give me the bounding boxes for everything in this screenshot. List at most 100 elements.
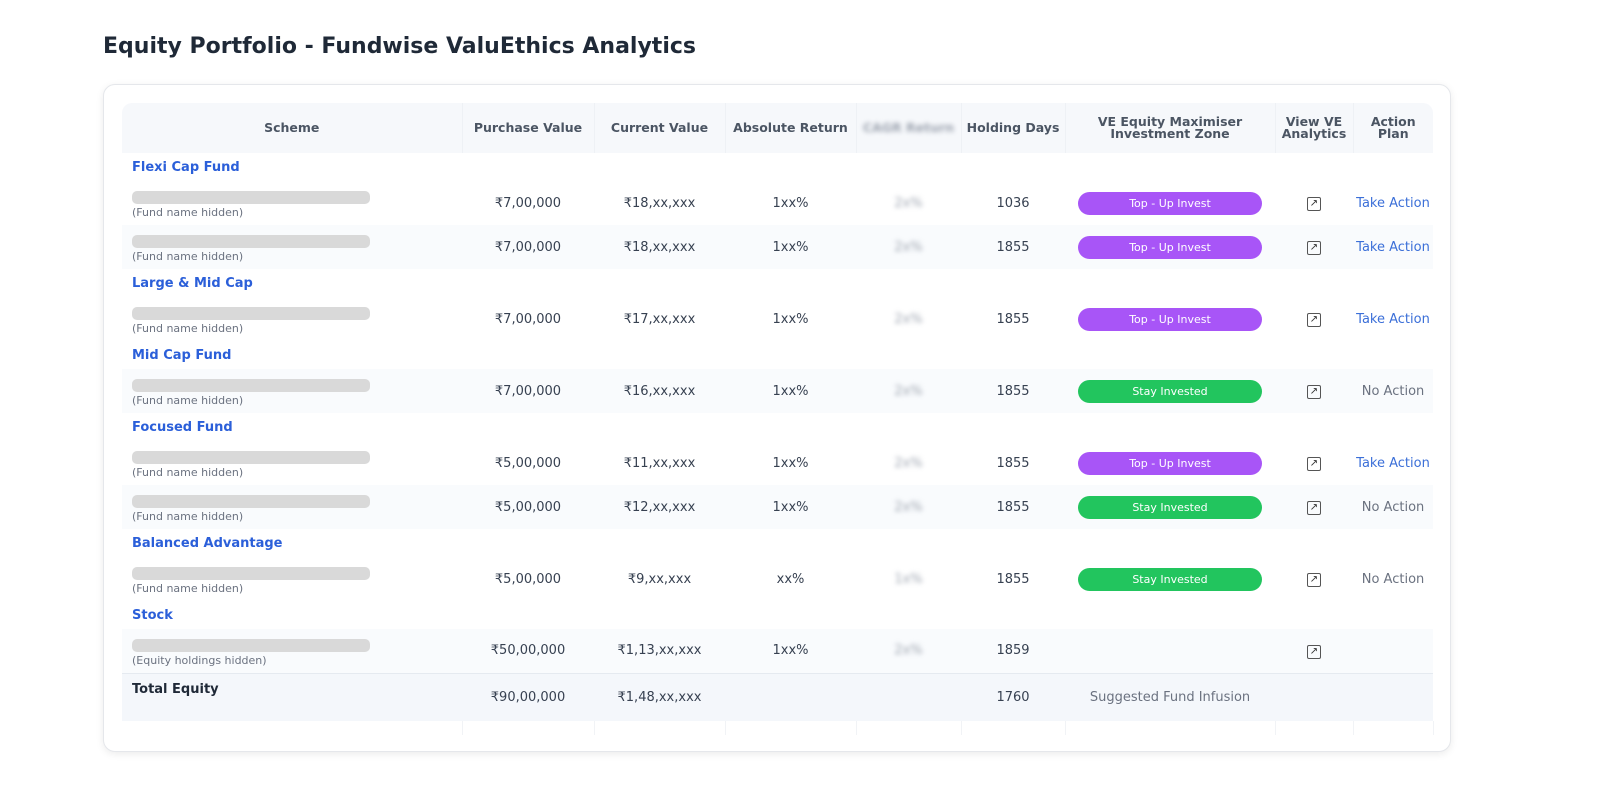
zone-cell: Top - Up Invest [1065,181,1275,225]
hidden-name-note: (Fund name hidden) [132,206,244,219]
scheme-cell: (Fund name hidden) [122,557,462,601]
page-title: Equity Portfolio - Fundwise ValuEthics A… [103,34,697,59]
hidden-name-bar [132,567,370,580]
scheme-cell: (Fund name hidden) [122,225,462,269]
holding-days: 1855 [996,571,1030,587]
current-value: ₹11,xx,xxx [623,455,696,471]
hidden-name-bar [132,495,370,508]
view-analytics-cell: ↗ [1275,225,1353,269]
empty-cell [1275,721,1354,735]
scheme-cell: (Fund name hidden) [122,485,462,529]
external-link-icon[interactable]: ↗ [1307,385,1321,399]
cagr-return: 2x% [856,629,961,673]
total-purchase: ₹90,00,000 [462,672,594,721]
column-header: CAGR Return [856,103,962,153]
external-link-icon[interactable]: ↗ [1307,644,1321,659]
table-row: (Fund name hidden) ₹7,00,000 ₹16,xx,xxx 1xx… [122,369,1433,413]
purchase-value: ₹5,00,000 [494,571,562,587]
zone-cell: Top - Up Invest [1065,297,1275,341]
empty-cell [1353,721,1434,735]
external-link-icon[interactable]: ↗ [1307,573,1321,587]
column-header-label: Holding Days [966,120,1060,135]
cagr-return: 2x% [856,485,961,529]
column-header: VE Equity Maximiser Investment Zone [1065,103,1276,153]
table-row: (Fund name hidden) ₹5,00,000 ₹9,xx,xxx xx% 1… [122,557,1433,601]
view-analytics-cell: ↗ [1275,369,1353,413]
category-label: Mid Cap Fund [132,347,232,363]
current-value: ₹9,xx,xxx [627,571,692,587]
action-status: No Action [1353,369,1433,413]
column-header-label: VE Equity Maximiser Investment Zone [1097,114,1243,141]
empty-cell [122,721,463,735]
cagr-return: 2x% [856,181,961,225]
hidden-name-bar [132,235,370,248]
current-value: ₹17,xx,xxx [623,311,696,327]
zone-cell: Top - Up Invest [1065,225,1275,269]
absolute-return: 1xx% [772,455,809,471]
external-link-icon[interactable]: ↗ [1307,241,1321,255]
category-row: Mid Cap Fund [122,341,1433,369]
filler-row [122,721,1434,735]
category-label: Large & Mid Cap [132,275,253,291]
column-header-label: Current Value [610,120,709,135]
view-analytics-cell: ↗ [1275,485,1353,529]
purchase-value: ₹7,00,000 [494,195,562,211]
column-header-label: Purchase Value [473,120,583,135]
absolute-return: 1xx% [772,311,809,327]
absolute-return: 1xx% [725,369,856,413]
zone-badge: Top - Up Invest [1078,235,1262,259]
column-header: Action Plan [1353,103,1433,153]
column-header-label: Scheme [264,120,320,135]
current-value: ₹18,xx,xxx [623,195,696,211]
holding-days: 1855 [996,311,1030,327]
category-row: Balanced Advantage [122,529,1433,557]
category-row: Flexi Cap Fund [122,153,1433,181]
column-header: Current Value [594,103,726,153]
empty-cell [1065,721,1276,735]
view-analytics-cell: ↗ [1275,441,1353,485]
table-row: (Fund name hidden) ₹5,00,000 ₹11,xx,xxx 1xx… [122,441,1433,485]
cagr-value: 2x% [894,455,923,471]
cagr-value: 2x% [894,239,923,255]
category-label: Flexi Cap Fund [132,159,240,175]
scheme-cell: (Fund name hidden) [122,181,462,225]
empty-cell [725,721,857,735]
action-status: No Action [1353,485,1433,529]
cagr-value: 2x% [894,195,923,211]
external-link-icon[interactable]: ↗ [1307,313,1321,327]
zone-badge: Stay Invested [1078,567,1262,591]
absolute-return: 1xx% [725,485,856,529]
portfolio-card: Scheme Purchase Value Current Value Absolut… [103,84,1451,752]
external-link-icon[interactable]: ↗ [1307,457,1321,471]
take-action-link[interactable]: Take Action [1353,297,1433,341]
hidden-name-bar [132,191,370,204]
current-value: ₹16,xx,xxx [594,369,725,413]
take-action-link[interactable]: Take Action [1353,441,1433,485]
take-action-link[interactable]: Take Action [1353,225,1433,269]
hidden-name-note: (Equity holdings hidden) [132,653,267,667]
zone-badge: Top - Up Invest [1078,451,1262,475]
external-link-icon[interactable]: ↗ [1307,501,1321,515]
cagr-value: 2x% [894,311,923,327]
column-header-label: Absolute Return [733,120,848,135]
holding-days: 1036 [996,195,1030,211]
zone-badge: Top - Up Invest [1078,307,1262,331]
column-header: View VE Analytics [1275,103,1354,153]
column-header-label: View VE Analytics [1281,114,1347,141]
hidden-name-note: (Fund name hidden) [132,510,244,523]
external-link-icon[interactable]: ↗ [1307,197,1321,211]
column-header: Purchase Value [462,103,595,153]
hidden-name-bar [132,307,370,320]
zone-cell: Stay Invested [1065,485,1275,529]
table-row: (Fund name hidden) ₹7,00,000 ₹18,xx,xxx 1xx… [122,181,1433,225]
table-row: (Equity holdings hidden) ₹50,00,000 ₹1,13,… [122,629,1433,673]
total-days: 1760 [961,672,1065,721]
zone-cell: Top - Up Invest [1065,441,1275,485]
category-row: Stock [122,601,1433,629]
take-action-link[interactable]: Take Action [1353,181,1433,225]
hidden-name-note: (Fund name hidden) [132,322,244,335]
total-row: Total Equity ₹90,00,000 ₹1,48,xx,xxx 1760 Su… [122,672,1433,721]
empty-cell [594,721,726,735]
cagr-return: 2x% [856,297,961,341]
column-header: Holding Days [961,103,1066,153]
